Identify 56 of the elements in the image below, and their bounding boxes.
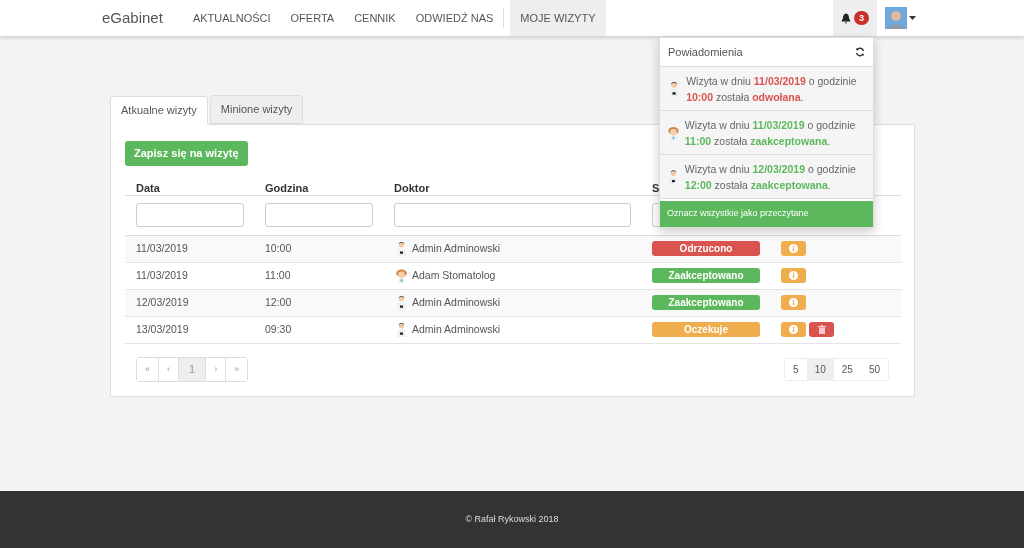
column-header: Doktor	[394, 181, 430, 194]
table-cell-text: Admin Adminowski	[412, 240, 501, 256]
status-badge: Odrzucono	[652, 241, 760, 257]
nav-link[interactable]: MOJE WIZYTY	[510, 0, 606, 36]
table-cell: 13/03/2019	[136, 322, 189, 335]
notification-text: Wizyta w dniu 11/03/2019 o godzinie 11:00 została zaakceptowana.	[684, 117, 857, 149]
info-icon	[789, 325, 798, 335]
nav-link[interactable]: AKTUALNOŚCI	[182, 0, 281, 36]
filter-input[interactable]	[265, 203, 373, 228]
refresh-icon[interactable]	[855, 47, 865, 57]
info-button[interactable]	[781, 295, 806, 311]
notification-item[interactable]: Wizyta w dniu 11/03/2019 o godzinie 10:00 została odwołana.	[660, 67, 873, 111]
dropdown-title: Powiadomienia	[668, 44, 743, 60]
notification-item[interactable]: Wizyta w dniu 11/03/2019 o godzinie 11:00 została zaakceptowana.	[660, 111, 873, 155]
bell-icon	[841, 12, 851, 24]
status-badge: Zaakceptowano	[652, 268, 760, 284]
nav-link[interactable]: CENNIK	[344, 0, 406, 36]
brand-logo[interactable]: eGabinet	[102, 6, 163, 30]
trash-icon	[817, 325, 826, 335]
status-badge: Zaakceptowano	[652, 295, 760, 311]
footer-text: © Rafał Rykowski 2018	[465, 512, 559, 526]
notification-item[interactable]: Wizyta w dniu 12/03/2019 o godzinie 12:00 została zaakceptowana.	[660, 155, 873, 199]
delete-button[interactable]	[809, 322, 834, 338]
notifications-button[interactable]: 3	[833, 0, 877, 36]
column-header: Godzina	[265, 181, 309, 194]
nav-link[interactable]: OFERTA	[280, 0, 345, 36]
caret-icon	[909, 16, 916, 20]
table-cell: 11/03/2019	[136, 241, 188, 254]
info-button[interactable]	[781, 241, 806, 257]
tab[interactable]: Minione wizyty	[209, 95, 304, 124]
table-cell-text: Adam Stomatolog	[412, 267, 496, 283]
notification-text: Wizyta w dniu 12/03/2019 o godzinie 12:00 została zaakceptowana.	[684, 161, 857, 193]
notification-count-badge: 3	[854, 11, 869, 25]
info-button[interactable]	[781, 268, 806, 284]
column-header: Data	[136, 181, 160, 194]
filter-input[interactable]	[394, 203, 631, 228]
user-avatar-icon	[885, 7, 907, 29]
nav-link[interactable]: ODWIEDŹ NAS	[405, 0, 504, 36]
table-cell: 12:00	[265, 295, 292, 308]
column-header: S	[652, 181, 660, 194]
table-cell: 10:00	[265, 241, 292, 254]
info-button[interactable]	[781, 322, 806, 338]
page-size-button[interactable]: 10	[806, 358, 834, 380]
filter-input[interactable]	[136, 203, 244, 228]
table-cell: 12/03/2019	[136, 295, 189, 308]
info-icon	[789, 271, 798, 281]
table-cell-text: Admin Adminowski	[412, 321, 501, 337]
notification-text: Wizyta w dniu 11/03/2019 o godzinie 10:00 została odwołana.	[686, 73, 858, 105]
status-badge: Oczekuje	[652, 322, 760, 338]
tab[interactable]: Atkualne wizyty	[110, 96, 208, 125]
info-icon	[789, 244, 798, 254]
table-cell: 11:00	[265, 268, 291, 281]
table-cell: 09:30	[265, 322, 292, 335]
table-cell-text: Admin Adminowski	[412, 294, 501, 310]
table-cell: 11/03/2019	[136, 268, 188, 281]
info-icon	[789, 298, 798, 308]
